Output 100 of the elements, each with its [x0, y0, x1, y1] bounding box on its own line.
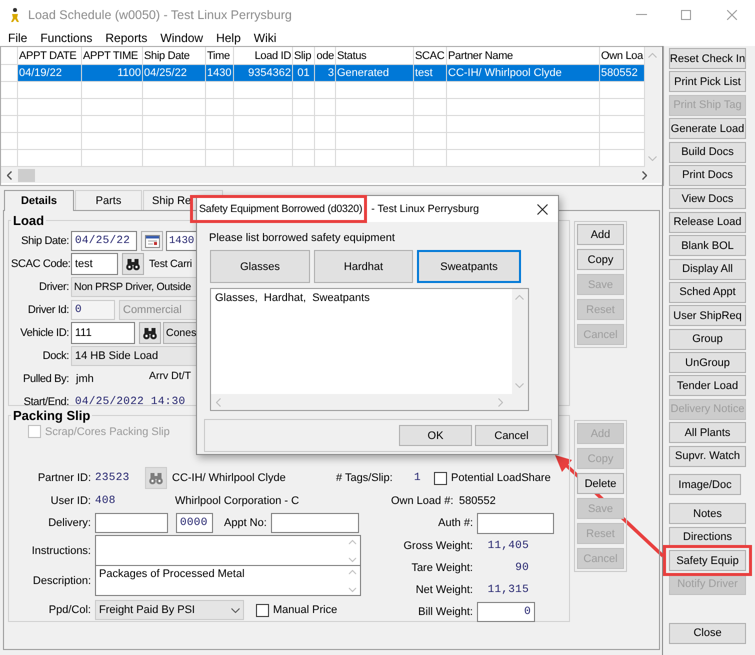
- menu-item[interactable]: Wiki: [254, 30, 276, 44]
- side-button[interactable]: Image/Doc: [669, 474, 741, 496]
- column-header[interactable]: APPT DATE: [18, 47, 82, 64]
- action-button[interactable]: Delete: [577, 473, 624, 494]
- menu-item[interactable]: File: [8, 30, 28, 44]
- bill-weight-field[interactable]: 0: [477, 602, 535, 622]
- field-value: 11,405: [486, 540, 529, 552]
- scroll-up-icon: [515, 295, 524, 300]
- scac-field[interactable]: test: [71, 253, 118, 276]
- side-button[interactable]: Close: [669, 622, 746, 644]
- column-header[interactable]: Load ID: [234, 47, 293, 64]
- field-label: Gross Weight:: [402, 540, 473, 552]
- date-field[interactable]: 04/25/22: [71, 231, 137, 252]
- column-header[interactable]: APPT TIME: [82, 47, 143, 64]
- side-button[interactable]: Print Pick List: [669, 71, 746, 92]
- checkbox[interactable]: [256, 604, 269, 616]
- field-value: 90: [514, 562, 529, 574]
- checkbox[interactable]: [434, 472, 447, 484]
- tab[interactable]: Parts: [75, 190, 142, 210]
- field-label: Ppd/Col:: [48, 604, 91, 616]
- menu-item[interactable]: Help: [216, 30, 241, 44]
- scroll-left-icon: [7, 170, 12, 180]
- side-button[interactable]: Group: [669, 328, 746, 350]
- field-label: Description:: [32, 574, 91, 586]
- field-label: Tare Weight:: [410, 562, 473, 574]
- side-button[interactable]: Build Docs: [669, 142, 746, 163]
- figure-icon: [11, 8, 19, 22]
- column-header[interactable]: ode: [315, 47, 336, 64]
- side-button[interactable]: Notes: [669, 503, 746, 524]
- field-value: 11,315: [486, 584, 529, 596]
- binoculars-icon: [125, 257, 141, 272]
- side-button[interactable]: Print Docs: [669, 164, 746, 186]
- column-header[interactable]: Time: [206, 47, 234, 64]
- option-button[interactable]: Glasses: [210, 250, 310, 283]
- side-button[interactable]: All Plants: [669, 422, 746, 444]
- side-button[interactable]: Reset Check In: [669, 48, 746, 69]
- auth-field[interactable]: [477, 512, 554, 534]
- side-button[interactable]: User ShipReq: [669, 305, 746, 326]
- side-button[interactable]: UnGroup: [669, 352, 746, 374]
- scrollbar-thumb[interactable]: [18, 168, 35, 182]
- appt-field[interactable]: [270, 513, 359, 533]
- field-label: Appt No:: [224, 517, 267, 529]
- side-button[interactable]: Display All: [669, 258, 746, 280]
- scroll-down-icon: [648, 156, 657, 161]
- action-button[interactable]: Copy: [577, 249, 624, 270]
- column-header[interactable]: Status: [336, 47, 414, 64]
- field-label: Net Weight:: [414, 584, 473, 596]
- dialog-button[interactable]: OK: [399, 425, 472, 446]
- table-cell: 04/19/22: [18, 65, 82, 81]
- side-button[interactable]: Sched Appt: [669, 282, 746, 303]
- column-header[interactable]: Partner Name: [447, 47, 600, 64]
- scroll-up-icon: [648, 53, 657, 58]
- side-button[interactable]: View Docs: [669, 188, 746, 210]
- field-label: Instructions:: [30, 544, 91, 556]
- list-field[interactable]: Glasses, Hardhat, Sweatpants: [210, 288, 529, 411]
- side-button[interactable]: Generate Load: [669, 118, 746, 140]
- side-button[interactable]: Safety Equip: [669, 550, 746, 572]
- action-button[interactable]: Add: [577, 224, 624, 245]
- binoculars-button[interactable]: [122, 253, 144, 276]
- section-title: Load: [12, 213, 46, 228]
- table-row[interactable]: 04/19/22 1100 04/25/22 1430 9354362 01 3 Generated test CC-IH/ Whirlpool Clyde 580552: [1, 65, 645, 82]
- option-button[interactable]: Sweatpants: [417, 250, 521, 283]
- vehicle-field[interactable]: 111: [71, 322, 135, 344]
- side-button[interactable]: Release Load: [669, 212, 746, 233]
- instructions-field[interactable]: [95, 535, 361, 566]
- menu-item[interactable]: Window: [160, 30, 204, 44]
- side-button[interactable]: Directions: [669, 526, 746, 548]
- field-label: Driver Id:: [26, 304, 69, 316]
- prompt-text: Please list borrowed safety equipment: [209, 232, 396, 246]
- field-value: 04/25/2022 14:30: [75, 396, 186, 408]
- field-label: Partner ID:: [36, 472, 91, 484]
- menu-item[interactable]: Reports: [105, 30, 148, 44]
- field-label: Dock:: [42, 350, 69, 362]
- side-button[interactable]: Supvr. Watch: [669, 446, 746, 467]
- column-header[interactable]: SCAC: [414, 47, 447, 64]
- dialog-button[interactable]: Cancel: [475, 425, 548, 446]
- side-button[interactable]: Tender Load: [669, 375, 746, 396]
- close-icon: [727, 10, 737, 20]
- driver-id-field[interactable]: 0: [71, 300, 115, 320]
- table-cell: 01: [293, 65, 315, 81]
- checkbox-label: Potential LoadShare: [451, 472, 551, 484]
- tab[interactable]: Details: [4, 190, 74, 211]
- delivery-field[interactable]: [95, 513, 168, 533]
- column-header[interactable]: Ship Date: [143, 47, 206, 64]
- column-header[interactable]: Slip: [293, 47, 315, 64]
- field-label: Start/End:: [22, 396, 69, 408]
- field-value: 1: [414, 472, 422, 484]
- table-cell: 1430: [206, 65, 234, 81]
- description-field[interactable]: Packages of Processed Metal: [95, 565, 361, 596]
- dropdown[interactable]: Freight Paid By PSI: [95, 600, 244, 620]
- calendar-button[interactable]: [141, 231, 163, 252]
- menu-item[interactable]: Functions: [40, 30, 92, 44]
- field-value: 23523: [95, 472, 131, 484]
- field-value: 408: [95, 495, 117, 507]
- time-field[interactable]: 0000: [176, 513, 213, 533]
- option-button[interactable]: Hardhat: [314, 250, 413, 283]
- scroll-left-icon: [216, 398, 221, 406]
- binoculars-button[interactable]: [139, 322, 161, 344]
- side-button[interactable]: Blank BOL: [669, 235, 746, 256]
- calendar-icon: [144, 234, 160, 248]
